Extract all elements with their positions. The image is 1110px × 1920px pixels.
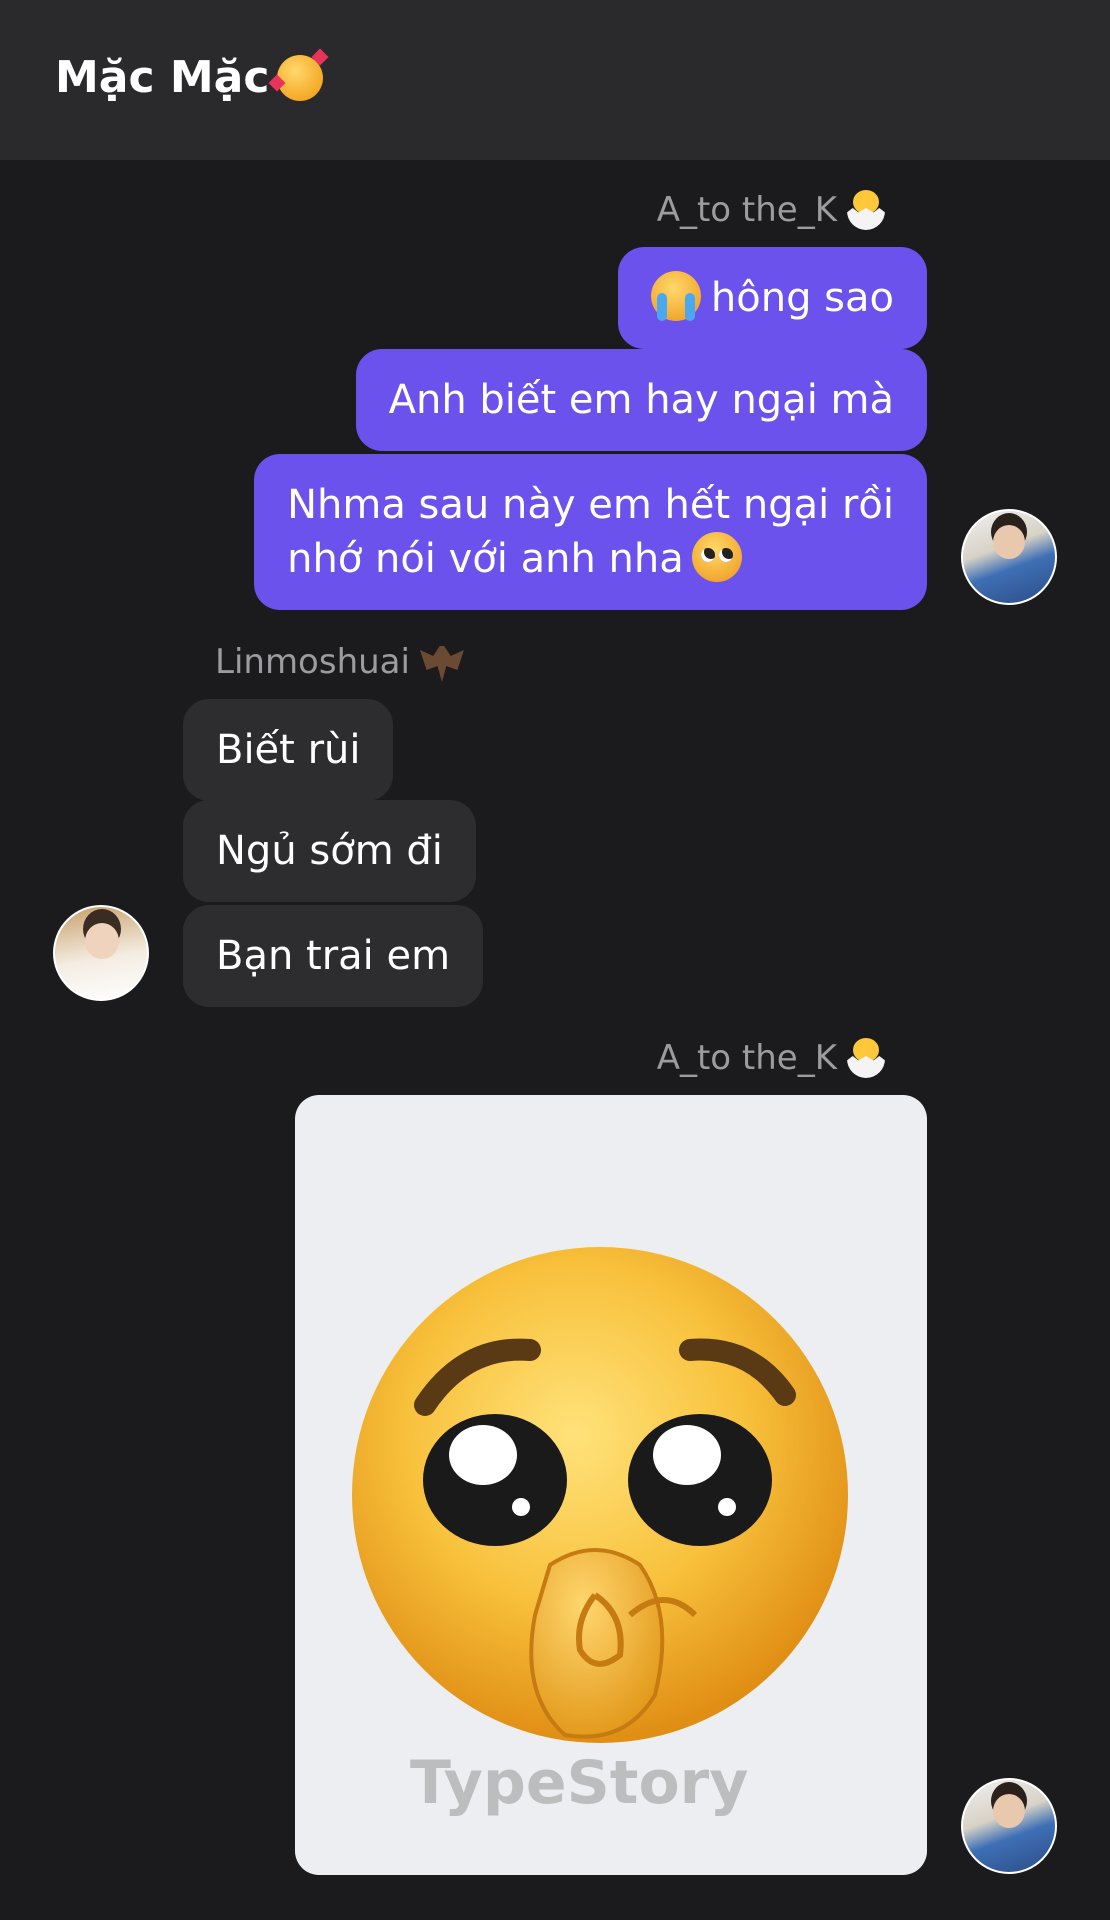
hatching-chick-icon <box>847 1038 885 1078</box>
message-text: Bạn trai em <box>216 933 451 979</box>
bat-icon <box>419 646 464 682</box>
watermark-text: TypeStory <box>410 1748 749 1818</box>
sender-label: Linmoshuai <box>215 642 410 682</box>
sender-name-linmoshuai: Linmoshuai <box>215 642 464 682</box>
smiling-face-with-hearts-icon <box>277 54 324 101</box>
message-bubble[interactable]: Nhma sau này em hết ngại rồi nhớ nói với… <box>254 454 927 610</box>
message-bubble[interactable]: Biết rùi <box>183 699 394 801</box>
message-bubble[interactable]: Ngủ sớm đi <box>183 800 476 902</box>
sender-label: A_to the_K <box>656 190 837 230</box>
avatar-a-to-the-k[interactable] <box>961 509 1057 605</box>
message-text: Ngủ sớm đi <box>216 828 443 874</box>
message-text-line: Nhma sau này em hết ngại rồi <box>287 482 894 528</box>
pleading-face-icon <box>691 532 742 582</box>
chat-title[interactable]: Mặc Mặc <box>55 52 324 103</box>
sender-name-a-to-the-k: A_to the_K <box>657 1038 885 1078</box>
chat-header: Mặc Mặc <box>0 0 1110 160</box>
message-text: Anh biết em hay ngại mà <box>388 377 894 423</box>
avatar-a-to-the-k[interactable] <box>961 1778 1057 1874</box>
message-text: hông sao <box>710 275 894 321</box>
avatar-linmoshuai[interactable] <box>53 905 149 1001</box>
message-bubble[interactable]: hông sao <box>617 247 927 349</box>
message-text-line: nhớ nói với anh nha <box>287 536 684 582</box>
message-bubble[interactable]: Bạn trai em <box>183 905 484 1007</box>
message-bubble[interactable]: Anh biết em hay ngại mà <box>355 349 927 451</box>
sender-label: A_to the_K <box>656 1038 837 1078</box>
loudly-crying-face-icon <box>650 271 701 321</box>
hatching-chick-icon <box>847 190 885 230</box>
message-text: Biết rùi <box>216 727 361 773</box>
chat-title-text: Mặc Mặc <box>55 52 270 103</box>
sender-name-a-to-the-k: A_to the_K <box>657 190 885 230</box>
